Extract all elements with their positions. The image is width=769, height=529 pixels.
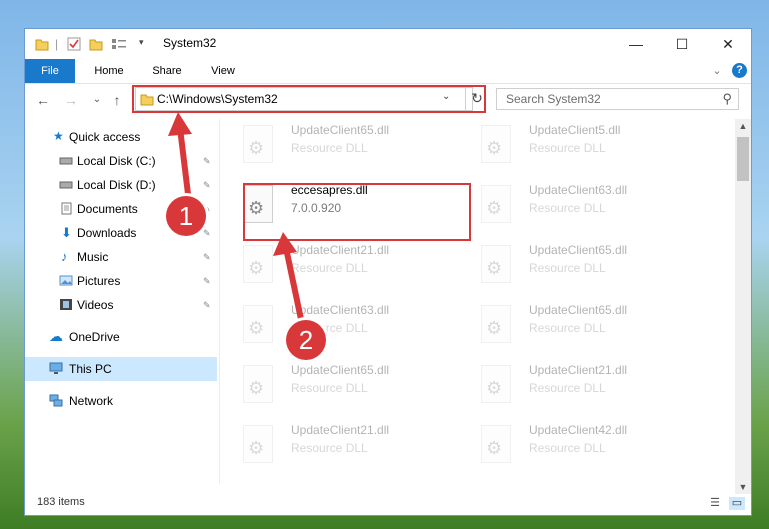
callout-badge-2: 2 xyxy=(286,320,326,360)
arrow-2 xyxy=(283,245,305,327)
arrow-1-head xyxy=(168,112,192,136)
arrow-2-head xyxy=(273,232,297,256)
callout-badge-1: 1 xyxy=(166,196,206,236)
arrow-1 xyxy=(177,125,191,197)
annotation-arrows xyxy=(168,112,305,327)
